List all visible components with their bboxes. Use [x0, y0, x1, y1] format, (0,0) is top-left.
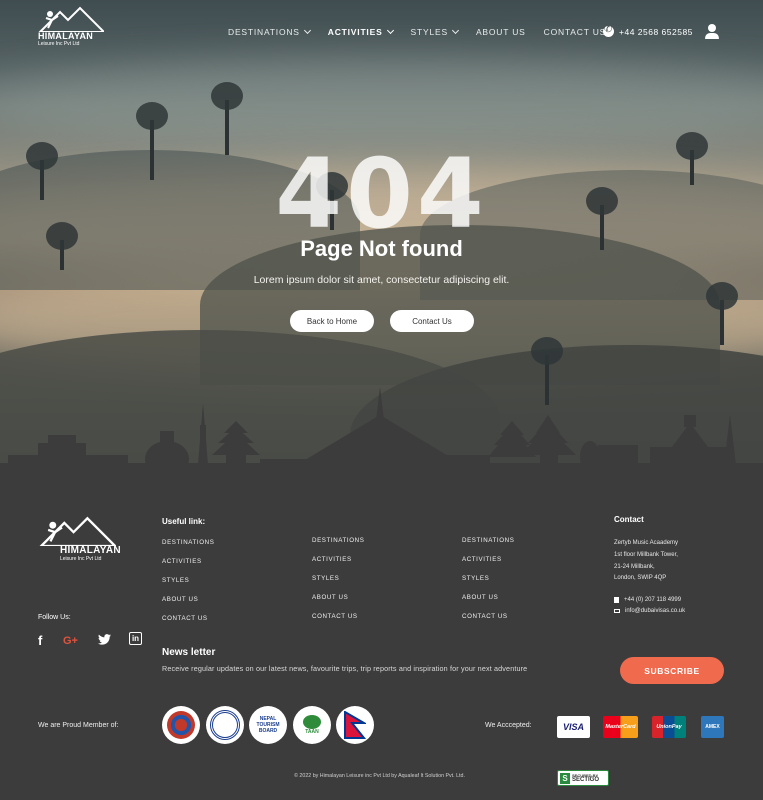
- footer-link[interactable]: STYLES: [312, 575, 339, 582]
- twitter-icon[interactable]: [98, 634, 111, 645]
- contact-address-line: London, SWIP 4QP: [614, 575, 667, 581]
- contact-address-line: 21-24 Millbank,: [614, 564, 655, 570]
- header-phone-number: +44 2568 652585: [619, 26, 693, 37]
- main-nav: DESTINATIONS ACTIVITIES STYLES ABOUT US …: [228, 26, 624, 37]
- mountain-logo-icon: [38, 6, 104, 32]
- footer-logo[interactable]: HIMALAYAN Leisure Inc Pvt Ltd: [38, 516, 121, 562]
- nav-about-us-label: ABOUT US: [475, 27, 526, 37]
- footer-link[interactable]: CONTACT US: [312, 613, 358, 620]
- brand-logo[interactable]: HIMALAYAN Leisure Inc Pvt Ltd: [38, 6, 104, 47]
- envelope-icon: [614, 609, 620, 613]
- brand-subtitle: Leisure Inc Pvt Ltd: [38, 41, 80, 47]
- error-code: 404: [275, 138, 488, 250]
- nav-styles-label: STYLES: [410, 27, 448, 37]
- brand-name: HIMALAYAN: [38, 31, 94, 41]
- contact-us-button[interactable]: Contact Us: [390, 310, 474, 332]
- useful-links-title: Useful link:: [162, 517, 206, 526]
- footer-link[interactable]: STYLES: [162, 577, 189, 584]
- copyright-label: © 2022 by Himalayan Leisure inc Pvt Ltd …: [294, 773, 465, 779]
- subscribe-button[interactable]: SUBSCRIBE: [620, 657, 724, 684]
- page-title: Page Not found: [300, 236, 463, 261]
- footer-link[interactable]: CONTACT US: [162, 615, 208, 622]
- footer-link[interactable]: ABOUT US: [312, 594, 348, 601]
- footer-link[interactable]: DESTINATIONS: [462, 537, 514, 544]
- nav-activities[interactable]: ACTIVITIES: [327, 26, 394, 37]
- contact-email[interactable]: info@dubaivisas.co.uk: [614, 608, 685, 614]
- contact-title: Contact: [614, 515, 644, 524]
- taan-label: TAAN: [305, 729, 319, 735]
- sectigo-seal[interactable]: S SECURED BY SECTIGO: [557, 770, 609, 786]
- contact-phone-number: +44 (0) 207 118 4999: [624, 597, 682, 603]
- footer-link[interactable]: STYLES: [462, 575, 489, 582]
- association-seal-badge[interactable]: [206, 706, 244, 744]
- nav-styles[interactable]: STYLES: [410, 26, 459, 37]
- nav-destinations-label: DESTINATIONS: [228, 27, 300, 37]
- copyright-text: © 2022 by Himalayan Leisure inc Pvt Ltd …: [0, 773, 763, 779]
- follow-us-label: Follow Us:: [38, 614, 71, 621]
- back-to-home-button[interactable]: Back to Home: [290, 310, 374, 332]
- taan-badge[interactable]: TAAN: [293, 706, 331, 744]
- nepal-emblem-badge[interactable]: [162, 706, 200, 744]
- phone-icon: [603, 24, 614, 37]
- facebook-icon[interactable]: f: [38, 633, 42, 648]
- city-skyline: [0, 387, 763, 500]
- footer-link[interactable]: ACTIVITIES: [162, 558, 202, 565]
- footer-link[interactable]: ABOUT US: [462, 594, 498, 601]
- mountain-logo-icon: [39, 516, 116, 546]
- footer-link[interactable]: DESTINATIONS: [162, 539, 214, 546]
- phone-icon: [614, 597, 619, 603]
- chevron-down-icon: [303, 26, 311, 35]
- footer-link[interactable]: ACTIVITIES: [462, 556, 502, 563]
- newsletter-text: Receive regular updates on our latest ne…: [162, 664, 528, 673]
- contact-address-line: 1st floor Millbank Tower,: [614, 552, 678, 558]
- nav-activities-label: ACTIVITIES: [327, 27, 383, 37]
- nepal-tourism-board-label: NEPAL TOURISM BOARD: [256, 716, 280, 734]
- footer-link[interactable]: ABOUT US: [162, 596, 198, 603]
- nav-contact-us[interactable]: CONTACT US: [544, 27, 606, 37]
- chevron-down-icon: [386, 26, 394, 35]
- mastercard-icon: MasterCard: [603, 716, 638, 738]
- nav-about-us[interactable]: ABOUT US: [476, 27, 526, 37]
- footer-brand-subtitle: Leisure Inc Pvt Ltd: [60, 556, 102, 562]
- accepted-label: We Acccepted:: [485, 722, 532, 729]
- nepal-flag-badge[interactable]: [336, 706, 374, 744]
- contact-email-address: info@dubaivisas.co.uk: [625, 608, 686, 614]
- visa-card-icon: VISA: [557, 716, 590, 738]
- contact-phone[interactable]: +44 (0) 207 118 4999: [614, 597, 681, 603]
- unionpay-icon: UnionPay: [652, 716, 686, 738]
- nav-destinations[interactable]: DESTINATIONS: [228, 26, 311, 37]
- nepal-tourism-board-badge[interactable]: NEPAL TOURISM BOARD: [249, 706, 287, 744]
- footer-link[interactable]: DESTINATIONS: [312, 537, 364, 544]
- nav-contact-us-label: CONTACT US: [543, 27, 607, 37]
- amex-icon: AMEX: [701, 716, 724, 738]
- linkedin-icon[interactable]: in: [129, 632, 142, 645]
- footer-brand-name: HIMALAYAN: [60, 545, 121, 556]
- footer-link[interactable]: ACTIVITIES: [312, 556, 352, 563]
- shield-icon: S: [560, 772, 570, 784]
- google-plus-icon[interactable]: G+: [63, 635, 78, 647]
- newsletter-title: News letter: [162, 647, 216, 658]
- chevron-down-icon: [451, 26, 459, 35]
- footer-link[interactable]: CONTACT US: [462, 613, 508, 620]
- header-phone[interactable]: +44 2568 652585: [603, 24, 693, 37]
- member-label: We are Proud Member of:: [38, 722, 119, 729]
- contact-address-line: Zertyb Music Acaademy: [614, 540, 679, 546]
- page-subtitle: Lorem ipsum dolor sit amet, consectetur …: [253, 274, 510, 286]
- sectigo-line2: SECTIGO: [572, 777, 600, 783]
- user-account-icon[interactable]: [705, 24, 719, 40]
